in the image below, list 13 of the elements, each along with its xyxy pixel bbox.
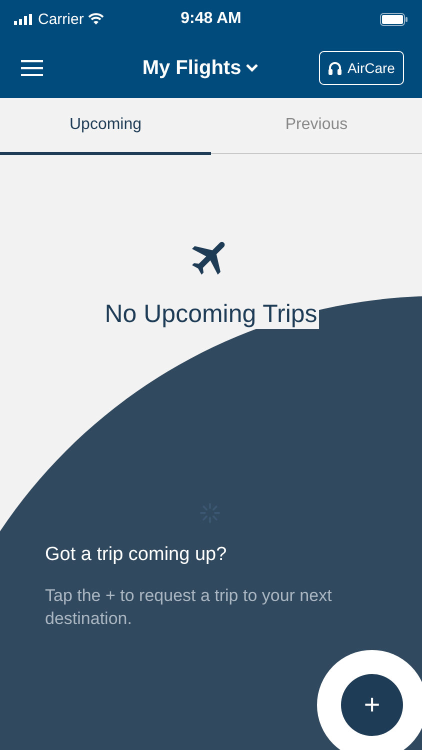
menu-icon[interactable] bbox=[21, 60, 43, 76]
wifi-icon bbox=[88, 13, 104, 25]
carrier-name: Carrier bbox=[38, 10, 84, 28]
signal-icon bbox=[14, 14, 34, 24]
clock-time: 9:48 AM bbox=[180, 10, 242, 28]
coach-title: Got a trip coming up? bbox=[45, 544, 228, 566]
battery-icon bbox=[380, 12, 408, 26]
headset-icon bbox=[328, 60, 342, 76]
coach-text: Tap the + to request a trip to your next destination. bbox=[45, 585, 333, 630]
tab[interactable]: Upcoming bbox=[0, 98, 211, 154]
aircare-button[interactable]: AirCare bbox=[318, 51, 404, 85]
chevron-down-icon[interactable] bbox=[245, 63, 260, 73]
screen-title[interactable]: My Flights bbox=[142, 56, 242, 80]
